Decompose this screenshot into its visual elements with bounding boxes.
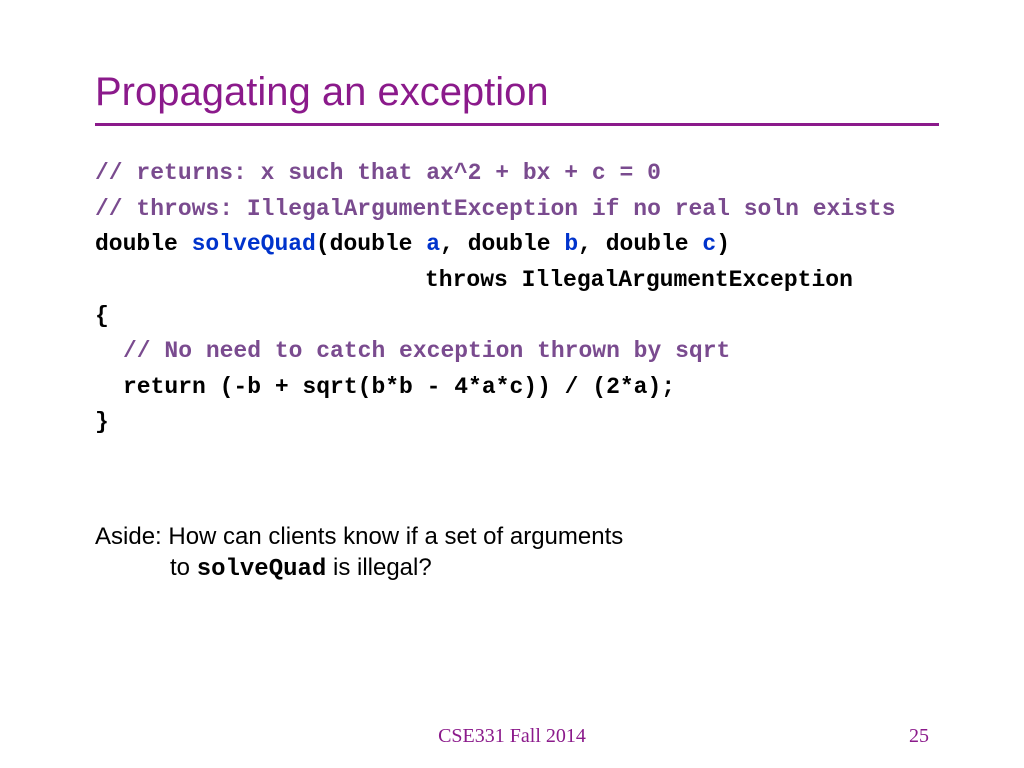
- keyword-double: double: [95, 231, 192, 257]
- param-c: c: [702, 231, 716, 257]
- footer-text: CSE331 Fall 2014: [0, 725, 1024, 748]
- code-comment-returns: // returns: x such that ax^2 + bx + c = …: [95, 156, 939, 192]
- title-underline: [95, 123, 939, 126]
- paren-open: (double: [316, 231, 426, 257]
- aside-line2: to solveQuad is illegal?: [95, 552, 939, 585]
- page-number: 25: [909, 725, 929, 748]
- comma-1: , double: [440, 231, 564, 257]
- code-comment-body: // No need to catch exception thrown by …: [95, 334, 939, 370]
- code-signature: double solveQuad(double a, double b, dou…: [95, 227, 939, 263]
- param-b: b: [564, 231, 578, 257]
- aside-line1: Aside: How can clients know if a set of …: [95, 521, 939, 552]
- aside-mono: solveQuad: [197, 556, 327, 583]
- aside-block: Aside: How can clients know if a set of …: [95, 521, 939, 585]
- param-a: a: [426, 231, 440, 257]
- code-block: // returns: x such that ax^2 + bx + c = …: [95, 156, 939, 441]
- method-name: solveQuad: [192, 231, 316, 257]
- aside-post: is illegal?: [326, 554, 431, 581]
- code-return: return (-b + sqrt(b*b - 4*a*c)) / (2*a);: [95, 370, 939, 406]
- code-comment-throws: // throws: IllegalArgumentException if n…: [95, 192, 939, 228]
- code-brace-open: {: [95, 299, 939, 335]
- comma-2: , double: [578, 231, 702, 257]
- slide: Propagating an exception // returns: x s…: [0, 0, 1024, 768]
- slide-title: Propagating an exception: [95, 70, 939, 115]
- code-throws-clause: throws IllegalArgumentException: [95, 263, 939, 299]
- aside-pre: to: [170, 554, 197, 581]
- paren-close: ): [716, 231, 730, 257]
- code-brace-close: }: [95, 405, 939, 441]
